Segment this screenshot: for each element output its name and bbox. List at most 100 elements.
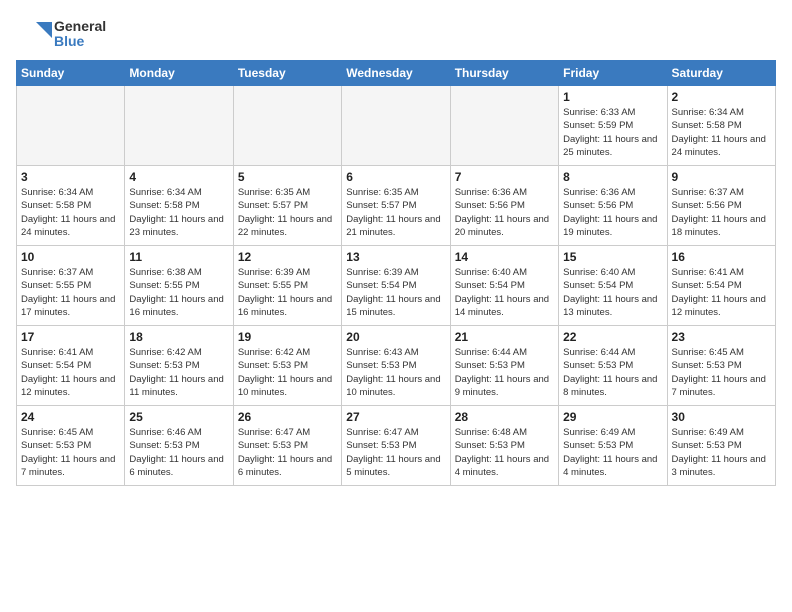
calendar-cell: 2Sunrise: 6:34 AM Sunset: 5:58 PM Daylig… — [667, 86, 775, 166]
day-info: Sunrise: 6:36 AM Sunset: 5:56 PM Dayligh… — [563, 186, 662, 239]
day-number: 6 — [346, 170, 445, 184]
weekday-header-saturday: Saturday — [667, 61, 775, 86]
logo-blue: Blue — [54, 34, 106, 49]
day-info: Sunrise: 6:34 AM Sunset: 5:58 PM Dayligh… — [672, 106, 771, 159]
day-info: Sunrise: 6:39 AM Sunset: 5:55 PM Dayligh… — [238, 266, 337, 319]
day-info: Sunrise: 6:40 AM Sunset: 5:54 PM Dayligh… — [563, 266, 662, 319]
calendar-cell: 26 Sunrise: 6:47 AM Sunset: 5:53 PM Dayli… — [233, 406, 341, 486]
weekday-header-monday: Monday — [125, 61, 233, 86]
day-number: 22 — [563, 330, 662, 344]
weekday-header-wednesday: Wednesday — [342, 61, 450, 86]
day-info: Sunrise: 6:42 AM Sunset: 5:53 PM Dayligh… — [238, 346, 337, 399]
day-info: Sunrise: 6:47 AM Sunset: 5:53 PM Dayligh… — [238, 426, 337, 479]
calendar-cell: 18 Sunrise: 6:42 AM Sunset: 5:53 PM Dayli… — [125, 326, 233, 406]
day-info: Sunrise: 6:44 AM Sunset: 5:53 PM Dayligh… — [563, 346, 662, 399]
calendar-cell: 4 Sunrise: 6:34 AM Sunset: 5:58 PM Daylig… — [125, 166, 233, 246]
day-info: Sunrise: 6:41 AM Sunset: 5:54 PM Dayligh… — [21, 346, 120, 399]
day-info: Sunrise: 6:49 AM Sunset: 5:53 PM Dayligh… — [563, 426, 662, 479]
weekday-header-sunday: Sunday — [17, 61, 125, 86]
day-number: 5 — [238, 170, 337, 184]
calendar-cell: 13Sunrise: 6:39 AM Sunset: 5:54 PM Dayli… — [342, 246, 450, 326]
calendar-cell: 11Sunrise: 6:38 AM Sunset: 5:55 PM Dayli… — [125, 246, 233, 326]
calendar-cell: 19 Sunrise: 6:42 AM Sunset: 5:53 PM Dayli… — [233, 326, 341, 406]
day-number: 29 — [563, 410, 662, 424]
calendar-cell: 6 Sunrise: 6:35 AM Sunset: 5:57 PM Daylig… — [342, 166, 450, 246]
day-number: 18 — [129, 330, 228, 344]
day-info: Sunrise: 6:34 AM Sunset: 5:58 PM Dayligh… — [129, 186, 228, 239]
day-number: 10 — [21, 250, 120, 264]
day-number: 16 — [672, 250, 771, 264]
day-number: 9 — [672, 170, 771, 184]
calendar-cell — [233, 86, 341, 166]
calendar-cell — [450, 86, 558, 166]
calendar-cell: 27Sunrise: 6:47 AM Sunset: 5:53 PM Dayli… — [342, 406, 450, 486]
day-info: Sunrise: 6:46 AM Sunset: 5:53 PM Dayligh… — [129, 426, 228, 479]
day-info: Sunrise: 6:34 AM Sunset: 5:58 PM Dayligh… — [21, 186, 120, 239]
day-number: 11 — [129, 250, 228, 264]
calendar-cell: 25Sunrise: 6:46 AM Sunset: 5:53 PM Dayli… — [125, 406, 233, 486]
day-number: 30 — [672, 410, 771, 424]
calendar-cell: 15 Sunrise: 6:40 AM Sunset: 5:54 PM Dayli… — [559, 246, 667, 326]
day-number: 20 — [346, 330, 445, 344]
day-number: 1 — [563, 90, 662, 104]
calendar-cell: 23Sunrise: 6:45 AM Sunset: 5:53 PM Dayli… — [667, 326, 775, 406]
day-info: Sunrise: 6:37 AM Sunset: 5:56 PM Dayligh… — [672, 186, 771, 239]
week-row-4: 17 Sunrise: 6:41 AM Sunset: 5:54 PM Dayli… — [17, 326, 776, 406]
day-info: Sunrise: 6:43 AM Sunset: 5:53 PM Dayligh… — [346, 346, 445, 399]
day-info: Sunrise: 6:40 AM Sunset: 5:54 PM Dayligh… — [455, 266, 554, 319]
calendar-cell: 12 Sunrise: 6:39 AM Sunset: 5:55 PM Dayli… — [233, 246, 341, 326]
day-info: Sunrise: 6:35 AM Sunset: 5:57 PM Dayligh… — [346, 186, 445, 239]
calendar-cell: 21 Sunrise: 6:44 AM Sunset: 5:53 PM Dayli… — [450, 326, 558, 406]
weekday-header-tuesday: Tuesday — [233, 61, 341, 86]
day-number: 13 — [346, 250, 445, 264]
calendar-cell: 17 Sunrise: 6:41 AM Sunset: 5:54 PM Dayli… — [17, 326, 125, 406]
weekday-header-thursday: Thursday — [450, 61, 558, 86]
day-number: 21 — [455, 330, 554, 344]
day-info: Sunrise: 6:45 AM Sunset: 5:53 PM Dayligh… — [21, 426, 120, 479]
day-number: 27 — [346, 410, 445, 424]
calendar-cell: 24 Sunrise: 6:45 AM Sunset: 5:53 PM Dayli… — [17, 406, 125, 486]
day-number: 17 — [21, 330, 120, 344]
calendar-cell: 5 Sunrise: 6:35 AM Sunset: 5:57 PM Daylig… — [233, 166, 341, 246]
calendar-cell: 20 Sunrise: 6:43 AM Sunset: 5:53 PM Dayli… — [342, 326, 450, 406]
day-number: 12 — [238, 250, 337, 264]
weekday-header-row: SundayMondayTuesdayWednesdayThursdayFrid… — [17, 61, 776, 86]
logo: GeneralBlue — [16, 16, 106, 52]
calendar-cell: 9 Sunrise: 6:37 AM Sunset: 5:56 PM Daylig… — [667, 166, 775, 246]
calendar-cell: 28Sunrise: 6:48 AM Sunset: 5:53 PM Dayli… — [450, 406, 558, 486]
calendar-cell: 16 Sunrise: 6:41 AM Sunset: 5:54 PM Dayli… — [667, 246, 775, 326]
calendar-cell: 29 Sunrise: 6:49 AM Sunset: 5:53 PM Dayli… — [559, 406, 667, 486]
day-number: 24 — [21, 410, 120, 424]
day-number: 3 — [21, 170, 120, 184]
calendar-cell — [342, 86, 450, 166]
day-number: 15 — [563, 250, 662, 264]
logo-icon — [16, 16, 52, 52]
calendar-table: SundayMondayTuesdayWednesdayThursdayFrid… — [16, 60, 776, 486]
day-number: 14 — [455, 250, 554, 264]
calendar-cell: 8 Sunrise: 6:36 AM Sunset: 5:56 PM Daylig… — [559, 166, 667, 246]
calendar-cell — [17, 86, 125, 166]
day-number: 4 — [129, 170, 228, 184]
day-info: Sunrise: 6:44 AM Sunset: 5:53 PM Dayligh… — [455, 346, 554, 399]
week-row-5: 24 Sunrise: 6:45 AM Sunset: 5:53 PM Dayli… — [17, 406, 776, 486]
day-number: 8 — [563, 170, 662, 184]
logo-general: General — [54, 19, 106, 34]
week-row-3: 10 Sunrise: 6:37 AM Sunset: 5:55 PM Dayli… — [17, 246, 776, 326]
calendar-cell: 22 Sunrise: 6:44 AM Sunset: 5:53 PM Dayli… — [559, 326, 667, 406]
day-info: Sunrise: 6:42 AM Sunset: 5:53 PM Dayligh… — [129, 346, 228, 399]
day-number: 19 — [238, 330, 337, 344]
day-info: Sunrise: 6:36 AM Sunset: 5:56 PM Dayligh… — [455, 186, 554, 239]
page-header: GeneralBlue — [16, 16, 776, 52]
day-info: Sunrise: 6:41 AM Sunset: 5:54 PM Dayligh… — [672, 266, 771, 319]
day-number: 7 — [455, 170, 554, 184]
calendar-cell: 7 Sunrise: 6:36 AM Sunset: 5:56 PM Daylig… — [450, 166, 558, 246]
week-row-1: 1 Sunrise: 6:33 AM Sunset: 5:59 PM Daylig… — [17, 86, 776, 166]
day-info: Sunrise: 6:33 AM Sunset: 5:59 PM Dayligh… — [563, 106, 662, 159]
calendar-cell: 3 Sunrise: 6:34 AM Sunset: 5:58 PM Daylig… — [17, 166, 125, 246]
day-info: Sunrise: 6:35 AM Sunset: 5:57 PM Dayligh… — [238, 186, 337, 239]
day-info: Sunrise: 6:37 AM Sunset: 5:55 PM Dayligh… — [21, 266, 120, 319]
weekday-header-friday: Friday — [559, 61, 667, 86]
day-number: 26 — [238, 410, 337, 424]
day-info: Sunrise: 6:45 AM Sunset: 5:53 PM Dayligh… — [672, 346, 771, 399]
day-info: Sunrise: 6:49 AM Sunset: 5:53 PM Dayligh… — [672, 426, 771, 479]
